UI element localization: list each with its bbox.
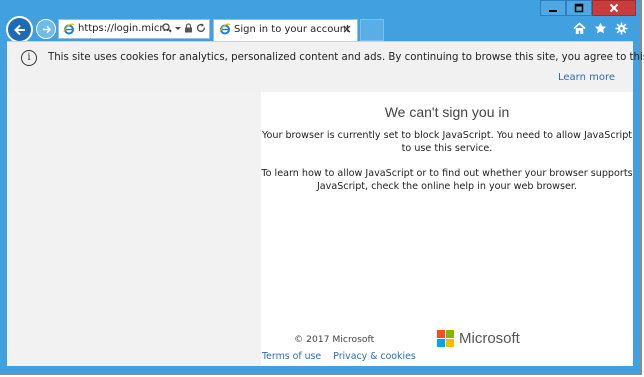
refresh-icon[interactable] <box>196 23 206 33</box>
minimize-icon <box>549 10 557 12</box>
close-tab-icon[interactable]: × <box>342 22 352 36</box>
search-icon[interactable] <box>162 23 172 33</box>
tab-title: Sign in to your account <box>234 24 351 35</box>
javascript-blocked-message: Your browser is currently set to block J… <box>261 130 633 154</box>
page-content: We can't sign you in Your browser is cur… <box>7 92 633 366</box>
back-button[interactable] <box>6 16 33 43</box>
javascript-help-message: To learn how to allow JavaScript or to f… <box>261 168 633 192</box>
forward-button[interactable] <box>36 19 56 39</box>
tab-sign-in[interactable]: Sign in to your account × <box>213 19 358 41</box>
address-bar[interactable]: https://login.micr... <box>58 19 210 39</box>
ie-logo-icon <box>219 23 231 35</box>
window-controls <box>540 0 636 16</box>
footer-links: Terms of use Privacy & cookies <box>262 351 416 362</box>
microsoft-logo: Microsoft <box>437 330 520 347</box>
maximize-button[interactable] <box>566 0 592 16</box>
browser-chrome: https://login.micr... Sign in to your ac… <box>0 0 640 44</box>
privacy-cookies-link[interactable]: Privacy & cookies <box>333 351 416 362</box>
cookie-message: This site uses cookies for analytics, pe… <box>48 52 644 63</box>
minimize-button[interactable] <box>540 0 566 16</box>
dropdown-arrow-icon[interactable] <box>175 23 181 33</box>
copyright-text: © 2017 Microsoft <box>294 334 375 345</box>
ie-logo-icon <box>63 23 75 35</box>
star-icon[interactable] <box>594 22 607 35</box>
gear-icon[interactable] <box>615 22 628 35</box>
terms-of-use-link[interactable]: Terms of use <box>262 351 321 362</box>
page-title: We can't sign you in <box>384 104 510 120</box>
toolbar-icons <box>573 22 628 35</box>
info-icon: i <box>21 50 37 66</box>
sign-in-panel: We can't sign you in Your browser is cur… <box>261 92 633 366</box>
home-icon[interactable] <box>573 22 586 35</box>
close-icon <box>609 3 619 13</box>
microsoft-wordmark: Microsoft <box>459 330 520 347</box>
new-tab-button[interactable] <box>360 19 384 41</box>
close-window-button[interactable] <box>592 0 636 16</box>
learn-more-link[interactable]: Learn more <box>558 72 615 83</box>
forward-arrow-icon <box>42 25 51 33</box>
cookie-notice: i This site uses cookies for analytics, … <box>7 41 644 92</box>
microsoft-logo-icon <box>437 330 454 347</box>
back-arrow-icon <box>13 24 25 35</box>
maximize-icon <box>574 3 584 13</box>
address-url[interactable]: https://login.micr... <box>78 23 172 34</box>
browser-window: https://login.micr... Sign in to your ac… <box>0 0 644 375</box>
left-background-pane <box>7 92 261 366</box>
address-tools <box>162 23 206 33</box>
lock-icon[interactable] <box>184 23 193 33</box>
